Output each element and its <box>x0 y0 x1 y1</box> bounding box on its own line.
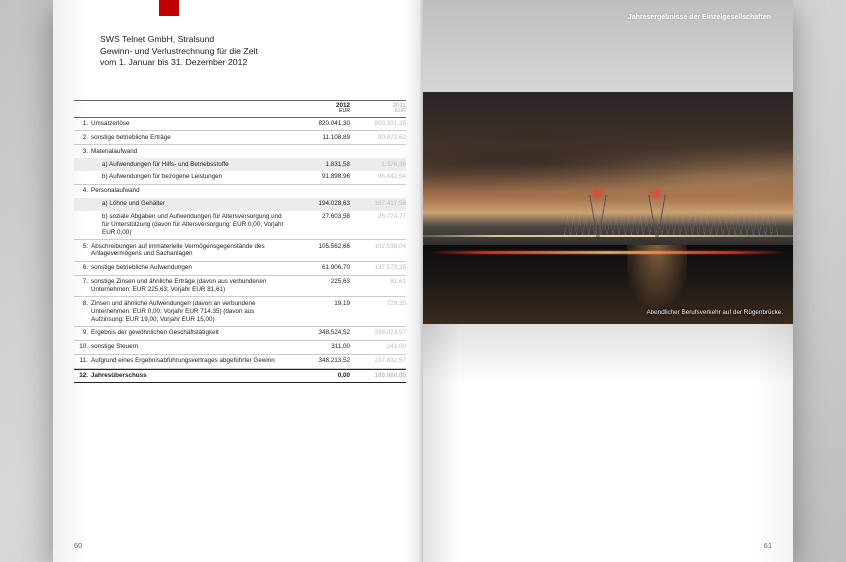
row-number: 5. <box>74 243 91 250</box>
table-row: 12.Jahresüberschuss0,00100.000,00 <box>74 369 406 384</box>
row-number: 3. <box>74 148 91 155</box>
row-label: Jahresüberschuss <box>91 372 294 380</box>
section-header: Jahresergebnisse der Einzelgesellschafte… <box>628 14 771 21</box>
row-value-current: 27.603,58 <box>294 213 350 220</box>
row-label: Personalaufwand <box>91 187 294 195</box>
row-value-prev: 241,00 <box>350 343 406 350</box>
row-label: b) Aufwendungen für bezogene Leistungen <box>91 173 294 181</box>
table-row: 8.Zinsen und ähnliche Aufwendungen (davo… <box>74 297 406 327</box>
row-value-current: 61.906,70 <box>294 264 350 271</box>
title-block: SWS Telnet GmbH, Stralsund Gewinn- und V… <box>100 34 258 69</box>
report-title: Gewinn- und Verlustrechnung für die Zeit <box>100 46 258 58</box>
col-year-prev: 2011 EUR <box>350 103 406 115</box>
book-spread: SWS Telnet GmbH, Stralsund Gewinn- und V… <box>53 0 793 562</box>
row-value-prev: 729,35 <box>350 300 406 307</box>
table-row: a) Löhne und Gehälter194.028,63187.417,5… <box>74 198 406 211</box>
row-value-prev: 100.000,00 <box>350 372 406 379</box>
photo-reflection <box>423 324 793 384</box>
table-row: a) Aufwendungen für Hilfs- und Betriebss… <box>74 158 406 171</box>
row-value-current: 348.213,52 <box>294 357 350 364</box>
row-number: 11. <box>74 357 91 364</box>
row-number: 7. <box>74 278 91 285</box>
accent-tab <box>159 0 179 16</box>
row-label: a) Löhne und Gehälter <box>91 200 294 208</box>
row-label: sonstige Zinsen und ähnliche Erträge (da… <box>91 278 294 294</box>
row-value-prev: 187.417,58 <box>350 200 406 207</box>
table-row: 4.Personalaufwand <box>74 185 406 198</box>
table-body: 1.Umsatzerlöse820.041,30800.331,352.sons… <box>74 118 406 384</box>
row-number: 6. <box>74 264 91 271</box>
row-number: 12. <box>74 372 91 379</box>
year-prev-unit: EUR <box>350 109 406 114</box>
row-label: sonstige betriebliche Erträge <box>91 134 294 142</box>
report-period: vom 1. Januar bis 31. Dezember 2012 <box>100 57 258 69</box>
row-label: Zinsen und ähnliche Aufwendungen (davon … <box>91 300 294 324</box>
year-current-unit: EUR <box>294 109 350 114</box>
table-row: 11.Aufgrund eines Ergebnisabführungsvert… <box>74 355 406 369</box>
row-label: a) Aufwendungen für Hilfs- und Betriebss… <box>91 161 294 169</box>
table-row: 1.Umsatzerlöse820.041,30800.331,35 <box>74 118 406 132</box>
table-row: 3.Materialaufwand <box>74 145 406 158</box>
row-value-current: 105.562,66 <box>294 243 350 250</box>
row-number: 8. <box>74 300 91 307</box>
row-value-prev: 26.774,77 <box>350 213 406 220</box>
page-left: SWS Telnet GmbH, Stralsund Gewinn- und V… <box>53 0 423 562</box>
table-row: 9.Ergebnis der gewöhnlichen Geschäftstät… <box>74 327 406 341</box>
page-number-right: 61 <box>764 541 772 550</box>
row-number: 1. <box>74 120 91 127</box>
table-row: 10.sonstige Steuern311,00241,00 <box>74 341 406 355</box>
row-value-prev: 338.073,57 <box>350 329 406 336</box>
row-number: 10. <box>74 343 91 350</box>
row-label: Umsatzerlöse <box>91 120 294 128</box>
table-row: 6.sonstige betriebliche Aufwendungen61.9… <box>74 262 406 276</box>
row-value-current: 0,00 <box>294 372 350 379</box>
row-value-prev: 800.331,35 <box>350 120 406 127</box>
company-name: SWS Telnet GmbH, Stralsund <box>100 34 258 46</box>
row-value-current: 311,00 <box>294 343 350 350</box>
row-label: b) soziale Abgaben und Aufwendungen für … <box>91 213 294 237</box>
table-row: b) soziale Abgaben und Aufwendungen für … <box>74 211 406 241</box>
row-value-current: 19,19 <box>294 300 350 307</box>
row-value-prev: 90.972,62 <box>350 134 406 141</box>
row-value-prev: 102.598,04 <box>350 243 406 250</box>
page-number-left: 60 <box>74 541 82 550</box>
row-value-prev: 96.842,54 <box>350 173 406 180</box>
row-label: Ergebnis der gewöhnlichen Geschäftstätig… <box>91 329 294 337</box>
row-value-prev: 137.573,35 <box>350 264 406 271</box>
table-row: 2.sonstige betriebliche Erträge11.108,89… <box>74 131 406 145</box>
table-header: 2012 EUR 2011 EUR <box>74 100 406 118</box>
table-row: 7.sonstige Zinsen und ähnliche Erträge (… <box>74 276 406 298</box>
row-value-current: 225,63 <box>294 278 350 285</box>
table-row: 5.Abschreibungen auf immaterielle Vermög… <box>74 240 406 262</box>
pl-table: 2012 EUR 2011 EUR 1.Umsatzerlöse820.041,… <box>74 100 406 383</box>
bridge-photo: Abendlicher Berufsverkehr auf der Rügenb… <box>423 92 793 324</box>
row-value-current: 194.028,63 <box>294 200 350 207</box>
row-label: Aufgrund eines Ergebnisabführungsvertrag… <box>91 357 294 365</box>
row-value-prev: 237.832,57 <box>350 357 406 364</box>
row-value-current: 11.108,89 <box>294 134 350 141</box>
photo-caption: Abendlicher Berufsverkehr auf der Rügenb… <box>646 309 783 316</box>
row-value-prev: 1.376,38 <box>350 161 406 168</box>
row-value-prev: 81,61 <box>350 278 406 285</box>
row-value-current: 820.041,30 <box>294 120 350 127</box>
row-number: 9. <box>74 329 91 336</box>
row-number: 4. <box>74 187 91 194</box>
row-number: 2. <box>74 134 91 141</box>
col-year-current: 2012 EUR <box>294 103 350 115</box>
page-right: Jahresergebnisse der Einzelgesellschafte… <box>423 0 793 562</box>
table-row: b) Aufwendungen für bezogene Leistungen9… <box>74 171 406 185</box>
row-value-current: 91.898,96 <box>294 173 350 180</box>
row-label: Abschreibungen auf immaterielle Vermögen… <box>91 243 294 259</box>
row-value-current: 348.524,52 <box>294 329 350 336</box>
row-value-current: 1.831,58 <box>294 161 350 168</box>
row-label: sonstige betriebliche Aufwendungen <box>91 264 294 272</box>
row-label: Materialaufwand <box>91 148 294 156</box>
row-label: sonstige Steuern <box>91 343 294 351</box>
